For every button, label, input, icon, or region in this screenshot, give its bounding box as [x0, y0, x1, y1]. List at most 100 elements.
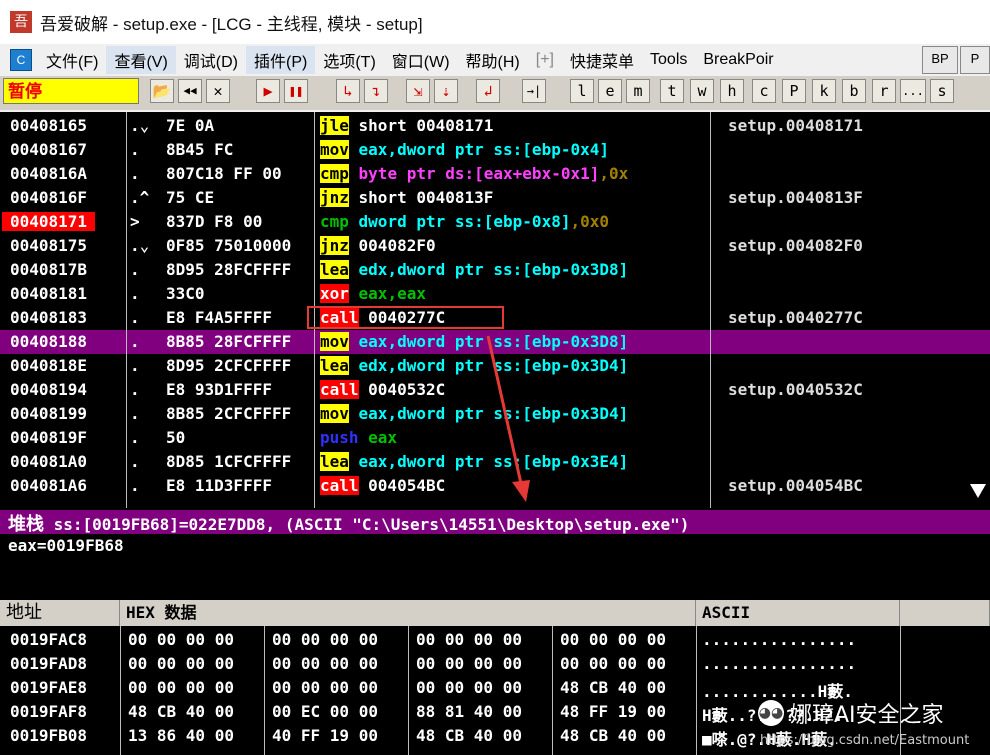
- call-stack-button[interactable]: k: [812, 79, 836, 103]
- jump-marker: .: [130, 140, 140, 159]
- dump-hex-group: 48 FF 19 00: [560, 702, 666, 721]
- status-indicator: 暂停: [3, 78, 139, 104]
- trace-over-icon[interactable]: ⇣: [434, 79, 458, 103]
- comment: setup.004054BC: [728, 476, 863, 495]
- stack-label: 堆栈: [8, 514, 44, 534]
- instruction-text: mov eax,dword ptr ss:[ebp-0x3D8]: [320, 332, 706, 351]
- breakpoints-button[interactable]: b: [842, 79, 866, 103]
- column-separator: [408, 626, 409, 755]
- disasm-row[interactable]: 0040816F .^ 75 CE jnz short 0040813F setup.0…: [0, 186, 990, 210]
- step-into-icon[interactable]: ↳: [336, 79, 360, 103]
- disasm-row[interactable]: 00408188. 8B85 28FCFFFF mov eax,dword ptr …: [0, 330, 990, 354]
- menu-file[interactable]: 文件(F): [38, 46, 106, 74]
- column-separator: [126, 112, 127, 508]
- scroll-down-icon[interactable]: [970, 484, 986, 498]
- info-pane: 堆栈 ss:[0019FB68]=022E7DD8, (ASCII "C:\Us…: [0, 508, 990, 600]
- column-header-hex[interactable]: HEX 数据: [120, 600, 696, 626]
- disasm-row[interactable]: 0040817B. 8D95 28FCFFFF lea edx,dword ptr …: [0, 258, 990, 282]
- disasm-row[interactable]: 00408194. E8 93D1FFFF call 0040532C setup.0…: [0, 378, 990, 402]
- execute-till-return-icon[interactable]: ↲: [476, 79, 500, 103]
- disasm-row[interactable]: 004081A6. E8 11D3FFFF call 004054BC setup.0…: [0, 474, 990, 498]
- menu-plugins[interactable]: 插件(P): [246, 46, 316, 74]
- executables-button[interactable]: e: [598, 79, 622, 103]
- column-header-address[interactable]: 地址: [0, 600, 120, 626]
- instruction-address: 00408167: [10, 140, 88, 159]
- dump-hex-group: 00 00 00 00: [416, 654, 522, 673]
- menu-plus[interactable]: [+]: [528, 49, 562, 71]
- disasm-row[interactable]: 00408175 .⌄ 0F85 75010000 jnz 004082F0 setup…: [0, 234, 990, 258]
- memory-map-button[interactable]: m: [626, 79, 650, 103]
- instruction-text: cmp dword ptr ss:[ebp-0x8],0x0: [320, 212, 706, 231]
- bp-button[interactable]: BP: [922, 46, 958, 74]
- disasm-row[interactable]: 00408165 .⌄ 7E 0A jle short 00408171 setup.0…: [0, 114, 990, 138]
- column-separator: [120, 626, 121, 755]
- threads-button[interactable]: t: [660, 79, 684, 103]
- step-over-icon[interactable]: ↴: [364, 79, 388, 103]
- dump-row[interactable]: 0019FAD8 00 00 00 00 00 00 00 00 00 00 00 0…: [0, 652, 990, 676]
- disasm-row[interactable]: 0040819F. 50 push eax: [0, 426, 990, 450]
- menu-shortcuts[interactable]: 快捷菜单: [562, 46, 642, 74]
- instruction-bytes: 8B85 28FCFFFF: [166, 332, 292, 351]
- column-header-ascii[interactable]: ASCII: [696, 600, 900, 626]
- disasm-row[interactable]: 00408181. 33C0 xor eax,eax: [0, 282, 990, 306]
- pause-icon[interactable]: ❚❚: [284, 79, 308, 103]
- disasm-row[interactable]: 00408171 >837D F8 00 cmp dword ptr ss:[ebp…: [0, 210, 990, 234]
- close-icon[interactable]: ✕: [206, 79, 230, 103]
- menu-breakpoint[interactable]: BreakPoir: [695, 49, 781, 71]
- instruction-address: 00408175: [10, 236, 88, 255]
- run-trace-button[interactable]: ...: [900, 79, 926, 103]
- instruction-address: 00408165: [10, 116, 88, 135]
- jump-marker: .: [130, 356, 140, 375]
- disasm-row[interactable]: 0040818E. 8D95 2CFCFFFF lea edx,dword ptr …: [0, 354, 990, 378]
- menu-options[interactable]: 选项(T): [315, 46, 383, 74]
- operand: dword ptr ss:[ebp-0x8]: [348, 212, 571, 231]
- jump-marker: .: [130, 164, 140, 183]
- handles-button[interactable]: h: [720, 79, 744, 103]
- goto-icon[interactable]: →|: [522, 79, 546, 103]
- dump-hex-group: 00 00 00 00: [560, 630, 666, 649]
- dump-address: 0019FAC8: [10, 630, 88, 649]
- dump-hex-group: 00 00 00 00: [560, 654, 666, 673]
- jump-marker: .: [130, 428, 140, 447]
- disasm-row[interactable]: 0040816A. 807C18 FF 00 cmp byte ptr ds:[ea…: [0, 162, 990, 186]
- jump-marker: .: [130, 260, 140, 279]
- dump-row[interactable]: 0019FAC8 00 00 00 00 00 00 00 00 00 00 00 0…: [0, 628, 990, 652]
- opcode: xor: [320, 284, 349, 303]
- references-button[interactable]: r: [872, 79, 896, 103]
- p-button[interactable]: P: [960, 46, 990, 74]
- jump-marker: .: [130, 284, 140, 303]
- instruction-bytes: 8D95 28FCFFFF: [166, 260, 292, 279]
- log-window-button[interactable]: l: [570, 79, 594, 103]
- instruction-address: 00408199: [10, 404, 88, 423]
- dump-hex-group: 48 CB 40 00: [560, 678, 666, 697]
- instruction-text: xor eax,eax: [320, 284, 706, 303]
- run-icon[interactable]: ▶: [256, 79, 280, 103]
- trace-into-icon[interactable]: ⇲: [406, 79, 430, 103]
- dump-ascii: ................: [702, 654, 857, 673]
- info-bar: 堆栈 ss:[0019FB68]=022E7DD8, (ASCII "C:\Us…: [0, 510, 990, 534]
- opcode: jle: [320, 116, 349, 135]
- menu-debug[interactable]: 调试(D): [176, 46, 246, 74]
- operand: byte ptr ds:[eax+ebx-0x1]: [348, 164, 600, 183]
- title-bar: 吾 吾爱破解 - setup.exe - [LCG - 主线程, 模块 - se…: [0, 0, 990, 44]
- open-icon[interactable]: 📂: [150, 79, 174, 103]
- cpu-window-icon[interactable]: C: [10, 49, 32, 71]
- menu-tools[interactable]: Tools: [642, 49, 695, 71]
- source-button[interactable]: s: [930, 79, 954, 103]
- menu-view[interactable]: 查看(V): [106, 46, 176, 74]
- operand: short 0040813F: [348, 188, 494, 207]
- dump-hex-group: 48 CB 40 00: [128, 702, 234, 721]
- instruction-bytes: 50: [166, 428, 186, 447]
- patches-button[interactable]: P: [782, 79, 806, 103]
- menu-window[interactable]: 窗口(W): [384, 46, 458, 74]
- rewind-icon[interactable]: ◀◀: [178, 79, 202, 103]
- disasm-row[interactable]: 00408199. 8B85 2CFCFFFF mov eax,dword ptr …: [0, 402, 990, 426]
- dump-ascii: ................: [702, 630, 857, 649]
- disasm-row[interactable]: 004081A0. 8D85 1CFCFFFF lea eax,dword ptr …: [0, 450, 990, 474]
- windows-button[interactable]: w: [690, 79, 714, 103]
- disasm-row[interactable]: 00408167. 8B45 FC mov eax,dword ptr ss:[eb…: [0, 138, 990, 162]
- cpu-button[interactable]: c: [752, 79, 776, 103]
- instruction-address: 0040817B: [10, 260, 88, 279]
- instruction-bytes: 8B45 FC: [166, 140, 234, 159]
- menu-help[interactable]: 帮助(H): [458, 46, 528, 74]
